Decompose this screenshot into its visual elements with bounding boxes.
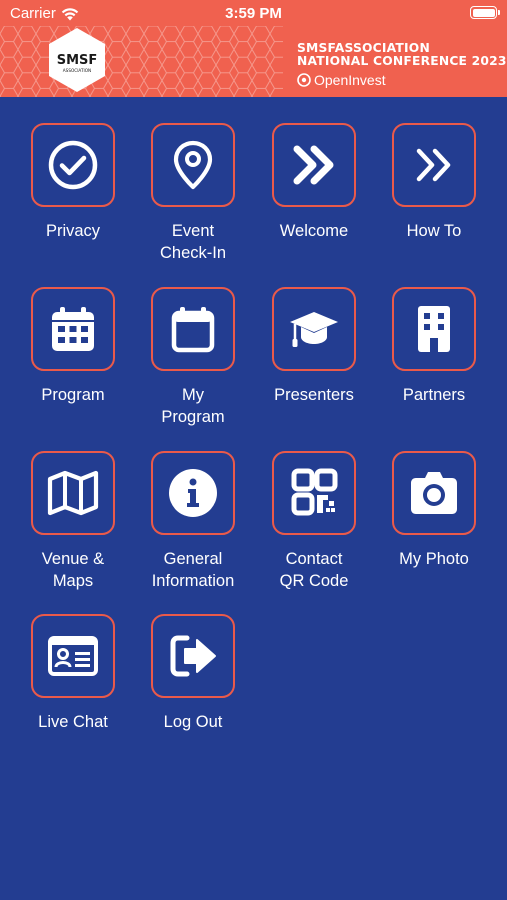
calendar-grid-icon [52, 307, 94, 351]
tile-my-program[interactable]: My Program [133, 287, 253, 428]
tile-privacy[interactable]: Privacy [13, 123, 133, 242]
welcome-button[interactable] [272, 123, 356, 207]
general-information-button[interactable] [151, 451, 235, 535]
double-chevron-bold-icon [293, 145, 334, 185]
battery-fill [472, 8, 495, 17]
check-circle-icon [48, 140, 98, 190]
smsf-logo: SMSF ASSOCIATION [49, 28, 105, 92]
venue-maps-button[interactable] [31, 451, 115, 535]
calendar-icon [171, 307, 215, 353]
tile-live-chat[interactable]: Live Chat [13, 614, 133, 733]
tile-venue-maps[interactable]: Venue & Maps [13, 451, 133, 592]
conference-title-line2: NATIONAL CONFERENCE 2023 [297, 54, 507, 68]
qr-code-icon [291, 468, 338, 516]
double-chevron-icon [416, 148, 451, 182]
contact-qr-code-button[interactable] [272, 451, 356, 535]
tile-label: Welcome [279, 222, 349, 240]
graduation-cap-icon [290, 312, 338, 347]
tile-label: My Program [161, 386, 225, 426]
tile-label: My Photo [399, 550, 469, 568]
battery-icon [470, 6, 500, 19]
tile-general-information[interactable]: General Information [133, 451, 253, 592]
sponsor: OpenInvest [297, 72, 386, 88]
hexagon-pattern [0, 26, 283, 97]
partners-button[interactable] [392, 287, 476, 371]
conference-title: SMSFASSOCIATION NATIONAL CONFERENCE 2023 [297, 42, 507, 68]
logout-icon [170, 635, 216, 677]
tile-label: Program [41, 386, 105, 404]
privacy-button[interactable] [31, 123, 115, 207]
presenters-button[interactable] [272, 287, 356, 371]
my-photo-button[interactable] [392, 451, 476, 535]
status-bar: Carrier 3:59 PM [0, 0, 507, 26]
tile-partners[interactable]: Partners [374, 287, 494, 406]
tile-label: Venue & Maps [41, 550, 105, 590]
status-time: 3:59 PM [225, 5, 282, 22]
live-chat-button[interactable] [31, 614, 115, 698]
sponsor-name: OpenInvest [314, 72, 386, 88]
tile-log-out[interactable]: Log Out [133, 614, 253, 733]
program-button[interactable] [31, 287, 115, 371]
tile-label: Event Check-In [159, 222, 227, 262]
tile-label: Live Chat [38, 713, 108, 731]
building-icon [418, 306, 450, 352]
map-icon [47, 470, 99, 516]
tile-label: Contact QR Code [279, 550, 349, 590]
event-check-in-button[interactable] [151, 123, 235, 207]
info-icon [169, 469, 217, 517]
tile-my-photo[interactable]: My Photo [374, 451, 494, 570]
my-program-button[interactable] [151, 287, 235, 371]
tile-label: General Information [151, 550, 235, 590]
how-to-button[interactable] [392, 123, 476, 207]
svg-text:SMSF: SMSF [57, 53, 98, 68]
openinvest-logo-icon [297, 73, 311, 87]
tile-label: Partners [402, 386, 466, 404]
tile-event-check-in[interactable]: Event Check-In [133, 123, 253, 264]
tile-contact-qr-code[interactable]: Contact QR Code [254, 451, 374, 592]
tile-label: How To [406, 222, 462, 240]
id-card-icon [48, 636, 98, 676]
tile-how-to[interactable]: How To [374, 123, 494, 242]
conference-banner: SMSF ASSOCIATION SMSFASSOCIATION NATIONA… [0, 26, 507, 97]
tile-label: Log Out [163, 713, 223, 731]
tile-label: Privacy [45, 222, 101, 240]
tile-presenters[interactable]: Presenters [254, 287, 374, 406]
camera-icon [411, 472, 457, 514]
tile-label: Presenters [274, 386, 354, 404]
tile-program[interactable]: Program [13, 287, 133, 406]
log-out-button[interactable] [151, 614, 235, 698]
tile-welcome[interactable]: Welcome [254, 123, 374, 242]
svg-text:ASSOCIATION: ASSOCIATION [63, 68, 91, 73]
map-pin-icon [173, 140, 213, 190]
